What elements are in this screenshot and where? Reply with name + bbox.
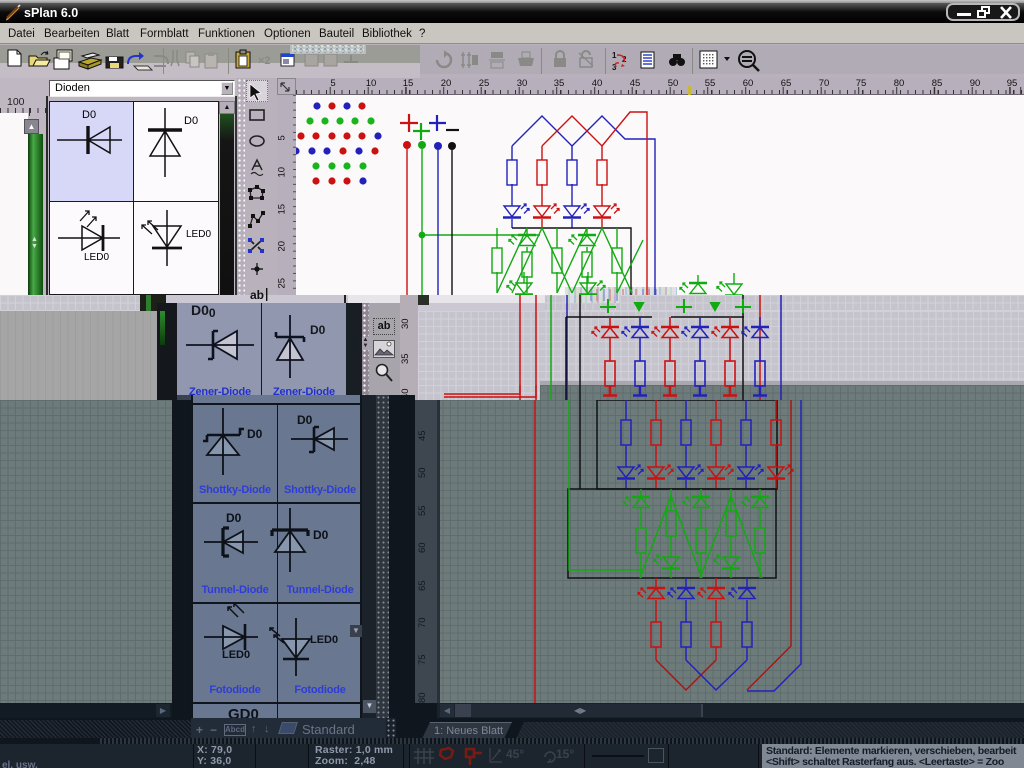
svg-text:×2: ×2 (258, 55, 271, 67)
svg-text:ab: ab (250, 288, 264, 302)
svg-text:1: 1 (612, 51, 617, 60)
svg-text:3: 3 (612, 63, 617, 72)
